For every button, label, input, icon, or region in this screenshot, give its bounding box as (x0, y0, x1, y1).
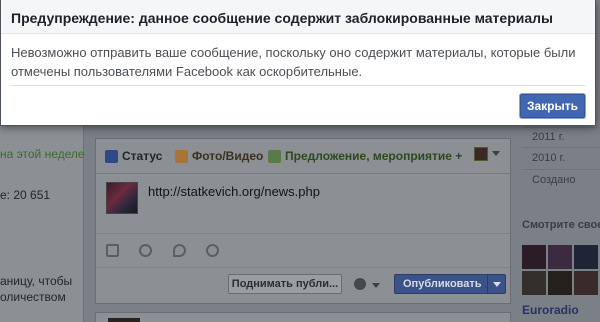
year-link-2010[interactable]: 2010 г. (532, 152, 565, 164)
page-link-euroradio[interactable]: Euroradio (522, 303, 579, 317)
left-sidebar: на этой неделе е: 20 651 аницу, чтобы ол… (0, 125, 85, 322)
photo-thumbnail[interactable] (574, 245, 598, 269)
globe-icon[interactable] (354, 278, 366, 290)
promo-line-1: аницу, чтобы (0, 274, 73, 288)
promo-line-2: оличеством (0, 290, 66, 304)
created-link[interactable]: Создано (532, 174, 575, 186)
location-pin-icon[interactable] (173, 244, 186, 257)
tab-status[interactable]: Статус (105, 147, 162, 165)
photo-thumbnail[interactable] (522, 271, 546, 295)
photo-grid (522, 245, 600, 297)
photo-icon (175, 149, 188, 163)
composer-footer: Поднимать публи... Опубликовать (96, 267, 510, 303)
likes-count: е: 20 651 (0, 188, 51, 202)
divider (11, 85, 585, 86)
page-avatar[interactable] (474, 147, 488, 161)
publish-options-chevron-icon[interactable] (487, 275, 505, 293)
feed-post (95, 312, 511, 322)
photo-thumbnail[interactable] (548, 271, 572, 295)
close-button[interactable]: Закрыть (520, 94, 585, 118)
dialog-message-line-1: Невозможно отправить ваше сообщение, пос… (11, 45, 576, 60)
divider (522, 147, 600, 148)
link-thumbnail (106, 182, 138, 214)
tab-photo-label: Фото/Видео (192, 149, 264, 163)
smiley-icon[interactable] (139, 244, 152, 257)
tab-status-label: Статус (122, 149, 163, 163)
tab-photo-video[interactable]: Фото/Видео (175, 147, 263, 165)
right-sidebar: 2011 г. 2010 г. Создано Смотрите свое р … (522, 125, 600, 322)
promo-text: аницу, чтобы оличеством (0, 273, 82, 305)
pencil-icon (105, 149, 118, 163)
composer-tabs: Статус Фото/Видео Предложение, мероприят… (96, 139, 510, 173)
boost-post-button[interactable]: Поднимать публи... (228, 274, 342, 294)
dialog-message: Невозможно отправить ваше сообщение, пос… (11, 43, 581, 81)
target-icon[interactable] (206, 244, 219, 257)
dialog-message-line-2: отмечены пользователями Facebook как оск… (11, 64, 363, 79)
tab-offer-label: Предложение, мероприятие + (285, 149, 463, 163)
tab-offer-event[interactable]: Предложение, мероприятие + (268, 147, 462, 165)
composer-body[interactable]: http://statkevich.org/news.php (96, 173, 510, 233)
post-thumbnail (108, 318, 140, 322)
composer-actions (96, 233, 510, 267)
dialog-header: Предупреждение: данное сообщение содержи… (1, 0, 595, 34)
dialog-title: Предупреждение: данное сообщение содержи… (11, 10, 553, 26)
blocked-content-dialog: Предупреждение: данное сообщение содержи… (0, 0, 596, 126)
chevron-down-icon[interactable] (492, 151, 500, 156)
photo-thumbnail[interactable] (574, 271, 598, 295)
photo-thumbnail[interactable] (548, 245, 572, 269)
audience-chevron-icon[interactable] (372, 283, 380, 288)
offer-icon (268, 149, 281, 163)
photo-thumbnail[interactable] (522, 245, 546, 269)
composer-text[interactable]: http://statkevich.org/news.php (148, 184, 320, 199)
see-photos-heading: Смотрите свое р (522, 219, 600, 231)
divider (522, 127, 600, 128)
post-composer: Статус Фото/Видео Предложение, мероприят… (95, 138, 511, 304)
camera-icon[interactable] (106, 244, 119, 257)
week-stats-text[interactable]: на этой неделе (0, 147, 85, 161)
publish-label: Опубликовать (403, 278, 482, 290)
divider (522, 169, 600, 170)
year-link-2011[interactable]: 2011 г. (532, 131, 564, 143)
publish-button[interactable]: Опубликовать (394, 274, 506, 294)
